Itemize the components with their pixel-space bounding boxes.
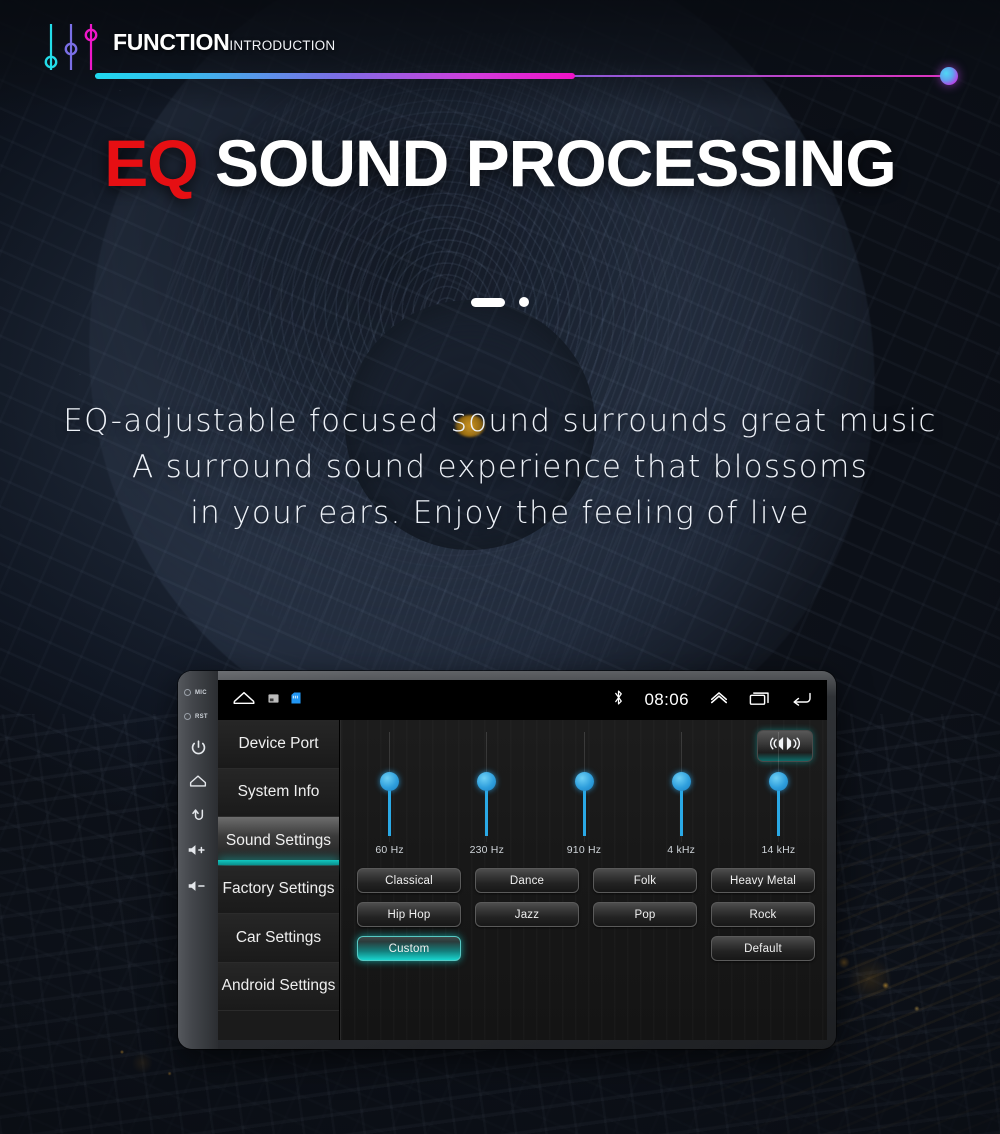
mic-indicator: MIC <box>184 689 207 696</box>
home-icon[interactable] <box>232 690 256 711</box>
preset-custom[interactable]: Custom <box>357 936 461 961</box>
eq-band-4khz[interactable]: 4 kHz <box>633 732 730 856</box>
power-button[interactable] <box>178 739 218 761</box>
menu-item-system-info[interactable]: System Info <box>218 768 339 817</box>
header-rule-end-dot <box>940 67 958 85</box>
menu-item-label: Sound Settings <box>225 831 332 849</box>
menu-item-device-port[interactable]: Device Port <box>218 720 339 769</box>
header-title-light: INTRODUCTION <box>229 38 336 53</box>
rst-label: RST <box>195 713 208 720</box>
menu-item-label: Car Settings <box>235 928 322 946</box>
recent-apps-icon[interactable] <box>749 690 771 711</box>
equalizer-sliders: 60 Hz 230 Hz 910 Hz 4 kHz 14 kHz <box>341 732 827 856</box>
android-status-bar: 08:06 <box>218 680 827 720</box>
preset-heavy-metal[interactable]: Heavy Metal <box>711 868 815 893</box>
preset-default[interactable]: Default <box>711 936 815 961</box>
separator-dot <box>519 297 529 307</box>
settings-content: Device Port System Info Sound Settings F… <box>218 720 827 1040</box>
eq-knob[interactable] <box>768 772 788 791</box>
preset-classical[interactable]: Classical <box>357 868 461 893</box>
page-title-accent: EQ <box>104 126 198 200</box>
menu-item-label: Android Settings <box>221 977 336 995</box>
volume-down-button[interactable] <box>178 879 218 898</box>
menu-item-factory-settings[interactable]: Factory Settings <box>218 865 339 914</box>
eq-knob[interactable] <box>380 772 400 791</box>
preset-hip-hop[interactable]: Hip Hop <box>357 902 461 927</box>
eq-band-label: 60 Hz <box>375 844 404 856</box>
menu-item-sound-settings[interactable]: Sound Settings <box>218 817 339 866</box>
eq-band-14khz[interactable]: 14 kHz <box>730 732 827 856</box>
menu-item-label: Device Port <box>238 734 319 752</box>
subtitle-line-1: EQ-adjustable focused sound surrounds gr… <box>63 403 937 439</box>
equalizer-sliders-icon <box>42 22 100 72</box>
separator-dash <box>471 297 505 307</box>
eq-knob[interactable] <box>574 772 594 791</box>
eq-knob[interactable] <box>671 772 691 791</box>
eq-band-230hz[interactable]: 230 Hz <box>438 732 535 856</box>
preset-pop[interactable]: Pop <box>593 902 697 927</box>
car-head-unit: MIC RST 08:06 Device Port System Info So… <box>178 671 836 1049</box>
page-subtitle: EQ-adjustable focused sound surrounds gr… <box>0 398 1000 536</box>
eq-band-910hz[interactable]: 910 Hz <box>535 732 632 856</box>
bluetooth-icon <box>613 689 624 711</box>
back-button[interactable] <box>178 807 218 828</box>
eq-band-label: 230 Hz <box>469 844 505 856</box>
screenshot-icon <box>268 691 279 709</box>
header-title: FUNCTIONINTRODUCTION <box>113 29 335 56</box>
eq-band-60hz[interactable]: 60 Hz <box>341 732 438 856</box>
eq-band-label: 910 Hz <box>566 844 602 856</box>
subtitle-line-2: A surround sound experience that blossom… <box>131 449 869 485</box>
menu-item-android-settings[interactable]: Android Settings <box>218 962 339 1011</box>
header-rule-thick <box>95 73 575 79</box>
page-header: FUNCTIONINTRODUCTION <box>0 0 1000 95</box>
eq-band-label: 4 kHz <box>667 844 696 856</box>
status-bar-time: 08:06 <box>644 690 689 709</box>
menu-item-label: System Info <box>237 783 320 801</box>
header-gradient-rule <box>95 67 958 85</box>
preset-jazz[interactable]: Jazz <box>475 902 579 927</box>
reset-indicator[interactable]: RST <box>184 713 208 720</box>
back-arrow-icon[interactable] <box>791 690 813 711</box>
subtitle-line-3: in your ears. Enjoy the feeling of live <box>190 495 810 531</box>
page-title: EQ SOUND PROCESSING <box>0 130 1000 196</box>
page-title-rest: SOUND PROCESSING <box>197 126 897 200</box>
head-unit-screen: 08:06 Device Port System Info Sound Sett… <box>218 680 827 1040</box>
preset-dance[interactable]: Dance <box>475 868 579 893</box>
title-separator <box>0 297 1000 307</box>
mic-label: MIC <box>195 689 207 696</box>
eq-knob[interactable] <box>477 772 497 791</box>
sound-settings-panel: 60 Hz 230 Hz 910 Hz 4 kHz 14 kHz Classic… <box>340 720 827 1040</box>
menu-item-car-settings[interactable]: Car Settings <box>218 914 339 963</box>
home-button[interactable] <box>178 773 218 794</box>
eq-preset-grid: Classical Dance Folk Heavy Metal Hip Hop… <box>357 868 815 961</box>
header-title-bold: FUNCTION <box>113 29 230 55</box>
preset-rock[interactable]: Rock <box>711 902 815 927</box>
settings-menu: Device Port System Info Sound Settings F… <box>218 720 340 1040</box>
sd-card-icon <box>291 691 301 709</box>
eq-band-label: 14 kHz <box>761 844 796 856</box>
preset-folk[interactable]: Folk <box>593 868 697 893</box>
menu-item-label: Factory Settings <box>222 880 335 898</box>
volume-up-button[interactable] <box>178 843 218 862</box>
chevron-up-icon[interactable] <box>709 690 729 710</box>
